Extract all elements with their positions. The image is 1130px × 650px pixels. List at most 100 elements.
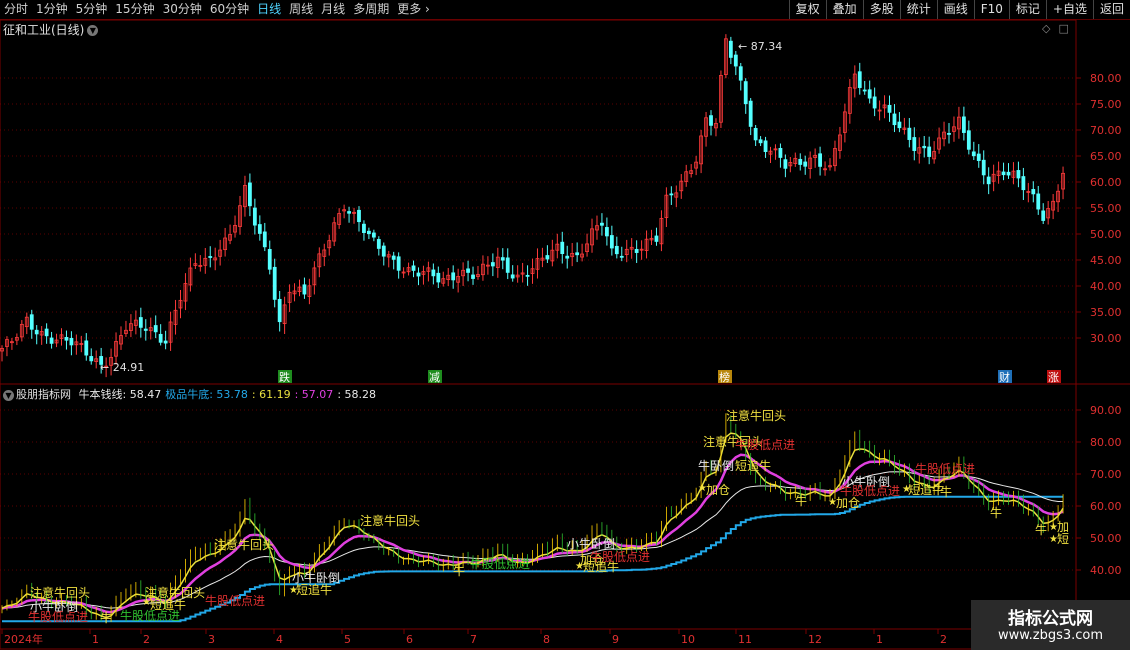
candle-body <box>748 100 753 127</box>
event-marker-text: 涨 <box>1048 371 1059 384</box>
candle-body <box>84 340 89 356</box>
candle-body <box>986 176 991 185</box>
candle-body <box>743 81 748 105</box>
time-label: 3 <box>208 633 215 646</box>
signal-annotation: 加仓 <box>836 496 860 510</box>
candle-body <box>604 227 609 237</box>
candle-body <box>565 255 570 259</box>
signal-annotation: 短追牛 <box>908 482 944 497</box>
low-price-label: ← 24.91 <box>100 361 144 374</box>
signal-annotation: 短 <box>1057 532 1069 546</box>
candle-body <box>867 89 872 99</box>
candle-body <box>862 89 867 92</box>
star-icon: ★ <box>902 484 911 495</box>
star-icon: ★ <box>289 585 298 596</box>
signal-annotation: 牛股低点进 <box>120 608 180 623</box>
candle-body <box>143 328 148 331</box>
candle-body <box>887 104 892 113</box>
candle-body <box>619 255 624 258</box>
candle-body <box>922 145 927 149</box>
candle-body <box>798 158 803 165</box>
time-label: 7 <box>470 633 477 646</box>
y-tick-label: 80.00 <box>1090 72 1122 85</box>
watermark-url: www.zbgs3.com <box>997 628 1104 643</box>
candle-body <box>654 235 659 242</box>
candle-body <box>89 356 94 362</box>
candle-body <box>927 146 932 157</box>
candle-body <box>158 333 163 343</box>
y-tick-label: 70.00 <box>1090 468 1122 481</box>
candle-body <box>966 130 971 150</box>
candle-body <box>44 328 49 337</box>
candle-body <box>857 71 862 88</box>
candle-body <box>733 54 738 67</box>
star-icon: ★ <box>1049 534 1058 545</box>
signal-annotation: 牛 <box>940 484 952 499</box>
candle-body <box>892 113 897 126</box>
candle-body <box>466 268 470 273</box>
candle-body <box>490 262 495 267</box>
candle-body <box>971 151 976 157</box>
candle-body <box>347 211 351 214</box>
candle-body <box>431 269 436 277</box>
signal-annotation: 牛 <box>1035 522 1047 537</box>
candle-body <box>1036 193 1041 210</box>
y-tick-label: 90.00 <box>1090 404 1122 417</box>
candle-body <box>981 159 986 176</box>
star-icon: ★ <box>575 561 584 572</box>
candle-body <box>64 337 69 341</box>
candle-body <box>500 257 505 261</box>
candle-body <box>709 115 713 126</box>
candle-body <box>1016 170 1021 179</box>
time-label: 2 <box>143 633 150 646</box>
y-tick-label: 30.00 <box>1090 332 1122 345</box>
signal-annotation: 注意牛回头 <box>214 537 274 552</box>
chart-canvas[interactable]: 80.00 75.00 70.00 65.00 60.00 55.00 50.00 45.00… <box>0 0 1130 650</box>
signal-annotation: 注意牛回头 <box>726 408 786 423</box>
signal-annotation: 牛 <box>453 563 465 578</box>
candle-body <box>907 127 912 140</box>
candle-body <box>728 40 733 58</box>
time-label: 10 <box>681 633 695 646</box>
candle-body <box>614 245 619 255</box>
candle-body <box>738 66 743 81</box>
y-tick-label: 60.00 <box>1090 500 1122 513</box>
candle-body <box>208 256 213 258</box>
candle-body <box>153 325 158 333</box>
candle-body <box>471 274 475 279</box>
candle-body <box>818 153 822 167</box>
candle-body <box>976 153 981 161</box>
signal-annotation: 加仓 <box>706 483 730 497</box>
candle-body <box>947 132 951 135</box>
candle-body <box>1031 189 1036 195</box>
candle-body <box>505 257 510 273</box>
candle-body <box>262 231 267 248</box>
candle-body <box>163 340 168 344</box>
y-tick-label: 40.00 <box>1090 564 1122 577</box>
candle-body <box>758 139 763 144</box>
candle-body <box>609 235 614 249</box>
candle-body <box>525 274 530 277</box>
candle-body <box>277 298 282 323</box>
candle-body <box>49 337 54 344</box>
candle-body <box>371 232 376 238</box>
candle-body <box>272 266 277 300</box>
signal-annotation: 注意牛回头 <box>360 513 420 528</box>
candle-body <box>267 248 272 270</box>
star-icon: ★ <box>1049 522 1058 533</box>
y-tick-label: 55.00 <box>1090 202 1122 215</box>
signal-annotation: 牛股低点进 <box>915 461 975 476</box>
y-tick-label: 65.00 <box>1090 150 1122 163</box>
event-marker-text: 跌 <box>279 370 290 384</box>
candle-body <box>912 137 917 151</box>
signal-annotation: 牛 <box>100 610 112 625</box>
time-label: 8 <box>543 633 550 646</box>
watermark: 指标公式网 www.zbgs3.com <box>971 600 1130 650</box>
time-label: 2 <box>940 633 947 646</box>
signal-annotation: 牛股低点进 <box>840 483 900 498</box>
signal-annotation: 短追牛 <box>296 582 332 597</box>
candle-body <box>29 314 34 330</box>
candle-body <box>391 255 396 260</box>
candle-body <box>1021 176 1026 191</box>
candle-body <box>357 209 361 223</box>
